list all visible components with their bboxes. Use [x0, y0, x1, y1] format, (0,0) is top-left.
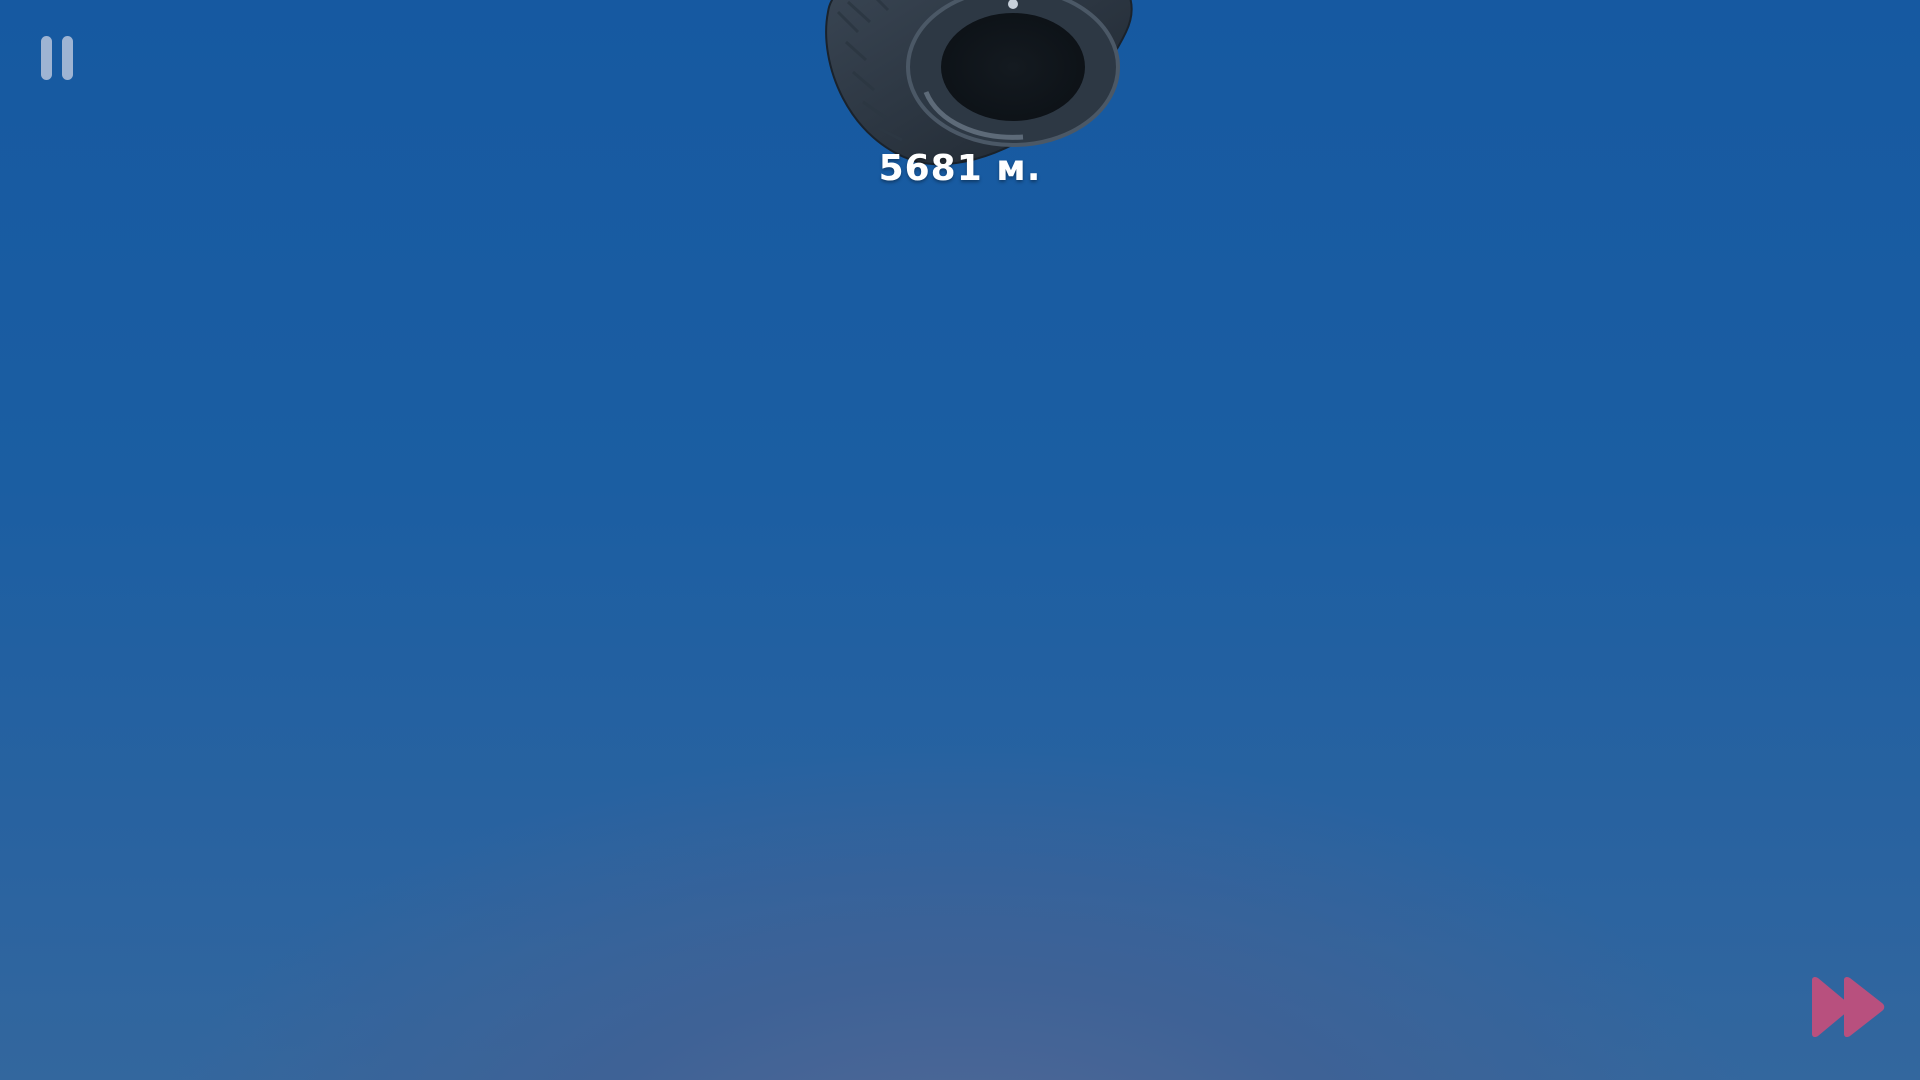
fast-forward-button[interactable] [1808, 976, 1888, 1038]
distance-counter: 5681 м. [878, 148, 1042, 189]
tire-icon [825, 0, 1133, 166]
pause-icon-bar-right [62, 36, 73, 80]
pause-button[interactable] [38, 34, 78, 82]
pause-icon-bar-left [41, 36, 52, 80]
fast-forward-icon [1812, 976, 1885, 1038]
